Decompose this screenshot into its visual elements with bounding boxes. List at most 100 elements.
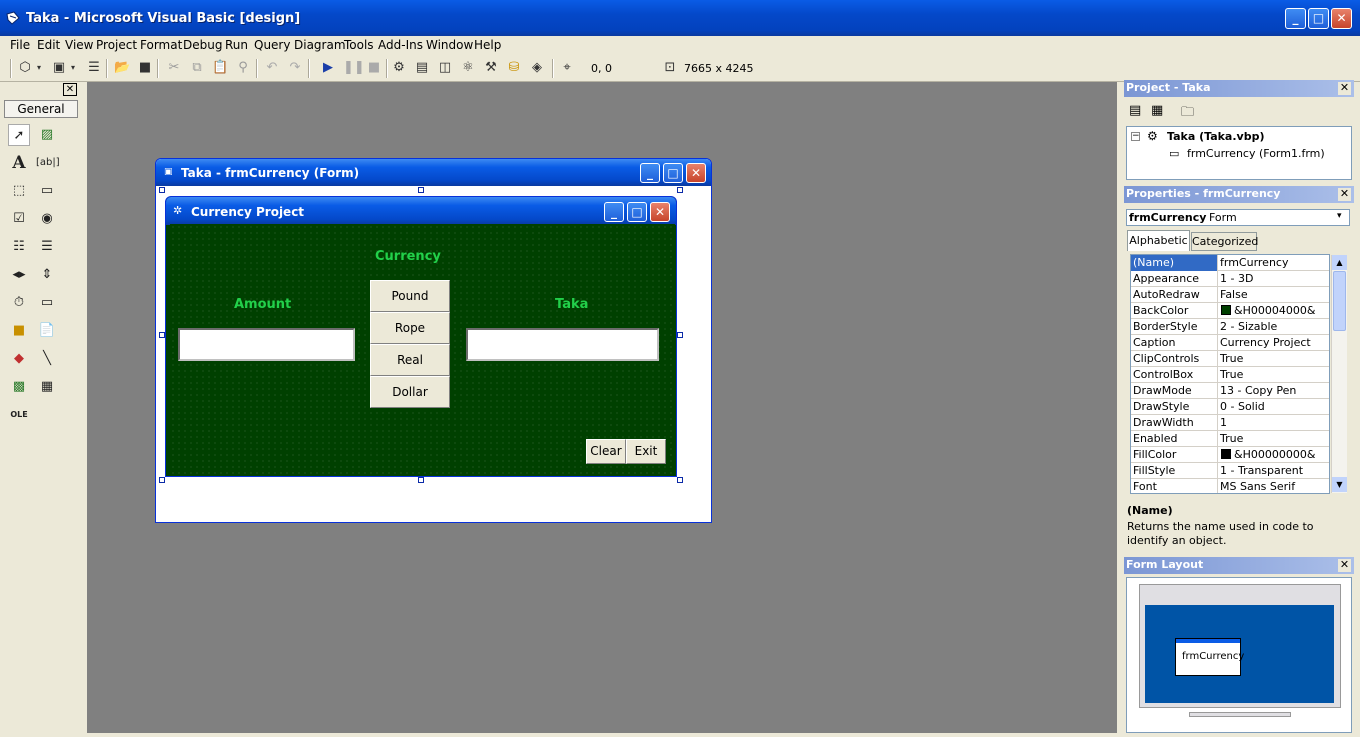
clear-button[interactable]: Clear: [586, 439, 626, 464]
component-manager-icon[interactable]: ◈: [529, 60, 545, 76]
add-form-icon[interactable]: ▣: [51, 60, 67, 76]
scroll-up-icon[interactable]: ▲: [1332, 255, 1347, 270]
image-icon[interactable]: ▩: [8, 376, 30, 398]
property-value[interactable]: True: [1219, 431, 1329, 447]
property-value[interactable]: Currency Project: [1219, 335, 1329, 351]
form-layout-close-button[interactable]: ✕: [1338, 559, 1351, 572]
drivelistbox-icon[interactable]: ▭: [36, 292, 58, 314]
menu-project[interactable]: Project: [96, 38, 137, 52]
dirlistbox-icon[interactable]: ■: [8, 320, 30, 342]
resize-handle[interactable]: [159, 477, 165, 483]
tree-collapse-icon[interactable]: −: [1131, 132, 1140, 141]
maximize-button[interactable]: □: [1308, 8, 1329, 29]
view-object-icon[interactable]: ▦: [1151, 103, 1163, 118]
data-control-icon[interactable]: ▦: [36, 376, 58, 398]
optionbutton-icon[interactable]: ◉: [36, 208, 58, 230]
form-minimize-button[interactable]: _: [604, 202, 624, 222]
data-view-icon[interactable]: ⛁: [506, 60, 522, 76]
property-value[interactable]: False: [1219, 287, 1329, 303]
property-row[interactable]: FillColor &H00000000&: [1131, 447, 1329, 463]
designer-minimize-button[interactable]: _: [640, 163, 660, 183]
tab-alphabetic[interactable]: Alphabetic: [1127, 230, 1190, 251]
resize-handle[interactable]: [677, 187, 683, 193]
property-value[interactable]: 0 - Solid: [1219, 399, 1329, 415]
property-row[interactable]: DrawWidth 1: [1131, 415, 1329, 431]
rope-button[interactable]: Rope: [370, 312, 450, 344]
undo-icon[interactable]: ↶: [264, 60, 280, 76]
form-layout-preview[interactable]: frmCurrency: [1175, 638, 1244, 676]
form-layout-icon[interactable]: ◫: [437, 60, 453, 76]
property-row[interactable]: FillStyle 1 - Transparent: [1131, 463, 1329, 479]
toolbox-icon[interactable]: ⚒: [483, 60, 499, 76]
frame-icon[interactable]: ⬚: [8, 180, 30, 202]
menu-view[interactable]: View: [65, 38, 93, 52]
property-row[interactable]: Appearance 1 - 3D: [1131, 271, 1329, 287]
menu-editor-icon[interactable]: ☰: [86, 60, 102, 76]
property-value[interactable]: 2 - Sizable: [1219, 319, 1329, 335]
property-row[interactable]: DrawStyle 0 - Solid: [1131, 399, 1329, 415]
cut-icon[interactable]: ✂: [166, 60, 182, 76]
property-value[interactable]: 1 - Transparent: [1219, 463, 1329, 479]
properties-window-icon[interactable]: ▤: [414, 60, 430, 76]
tab-categorized[interactable]: Categorized: [1191, 232, 1258, 251]
object-browser-icon[interactable]: ⚛: [460, 60, 476, 76]
property-value[interactable]: True: [1219, 351, 1329, 367]
menu-diagram[interactable]: Diagram: [294, 38, 346, 52]
form-maximize-button[interactable]: □: [627, 202, 647, 222]
menu-window[interactable]: Window: [426, 38, 473, 52]
property-row[interactable]: AutoRedraw False: [1131, 287, 1329, 303]
property-row[interactable]: ClipControls True: [1131, 351, 1329, 367]
ole-icon[interactable]: OLE: [8, 404, 30, 426]
end-icon[interactable]: ■: [366, 60, 382, 76]
properties-close-button[interactable]: ✕: [1338, 188, 1351, 201]
chevron-down-icon[interactable]: ▾: [69, 60, 77, 76]
properties-scrollbar[interactable]: ▲ ▼: [1331, 255, 1347, 493]
listbox-icon[interactable]: ☰: [36, 236, 58, 258]
designer-close-button[interactable]: ✕: [686, 163, 706, 183]
view-code-icon[interactable]: ▤: [1129, 103, 1141, 118]
resize-handle[interactable]: [159, 187, 165, 193]
toggle-folders-icon[interactable]: 🗀: [1181, 103, 1194, 125]
checkbox-icon[interactable]: ☑: [8, 208, 30, 230]
combobox-icon[interactable]: ☷: [8, 236, 30, 258]
find-icon[interactable]: ⚲: [235, 60, 251, 76]
resize-handle[interactable]: [418, 187, 424, 193]
property-value[interactable]: frmCurrency: [1219, 255, 1329, 271]
open-project-icon[interactable]: 📂: [114, 60, 130, 76]
shape-icon[interactable]: ◆: [8, 348, 30, 370]
property-row[interactable]: BorderStyle 2 - Sizable: [1131, 319, 1329, 335]
toolbox-tab-general[interactable]: General: [4, 100, 78, 118]
resize-handle[interactable]: [418, 477, 424, 483]
menu-tools[interactable]: Tools: [344, 38, 374, 52]
property-row[interactable]: ControlBox True: [1131, 367, 1329, 383]
toolbox-close-button[interactable]: ✕: [63, 83, 77, 96]
minimize-button[interactable]: _: [1285, 8, 1306, 29]
property-value[interactable]: &H00000000&: [1219, 447, 1329, 463]
property-row[interactable]: DrawMode 13 - Copy Pen: [1131, 383, 1329, 399]
dollar-button[interactable]: Dollar: [370, 376, 450, 408]
menu-add-ins[interactable]: Add-Ins: [378, 38, 423, 52]
menu-query[interactable]: Query: [254, 38, 290, 52]
label-icon[interactable]: A: [8, 152, 30, 174]
taka-textbox[interactable]: [466, 328, 659, 361]
line-icon[interactable]: ╲: [36, 348, 58, 370]
chevron-down-icon[interactable]: ▾: [35, 60, 43, 76]
menu-file[interactable]: File: [10, 38, 30, 52]
real-button[interactable]: Real: [370, 344, 450, 376]
pound-button[interactable]: Pound: [370, 280, 450, 312]
menu-help[interactable]: Help: [474, 38, 501, 52]
form-close-button[interactable]: ✕: [650, 202, 670, 222]
start-icon[interactable]: ▶: [320, 60, 336, 76]
project-explorer-icon[interactable]: ⚙: [391, 60, 407, 76]
menu-run[interactable]: Run: [225, 38, 248, 52]
resize-handle[interactable]: [677, 477, 683, 483]
property-value[interactable]: &H00004000&: [1219, 303, 1329, 319]
close-button[interactable]: ✕: [1331, 8, 1352, 29]
property-row[interactable]: BackColor &H00004000&: [1131, 303, 1329, 319]
save-project-icon[interactable]: ■: [137, 60, 153, 76]
scroll-down-icon[interactable]: ▼: [1332, 477, 1347, 492]
break-icon[interactable]: ❚❚: [343, 60, 365, 76]
property-row[interactable]: Font MS Sans Serif: [1131, 479, 1329, 493]
paste-icon[interactable]: 📋: [212, 60, 228, 76]
chevron-down-icon[interactable]: ▾: [1337, 211, 1342, 221]
